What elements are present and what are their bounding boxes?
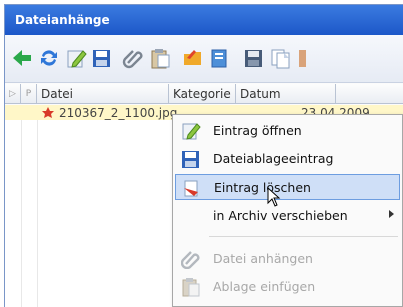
context-menu: Eintrag öffnen Dateiablageeintrag Eintra… (172, 114, 403, 307)
file-type-icon (42, 107, 54, 118)
menu-item-delete-entry[interactable]: Eintrag löschen (175, 174, 400, 200)
save-disk-icon (182, 151, 199, 168)
grid-header: ▷ P Datei Kategorie Datum (5, 84, 403, 104)
menu-item-label: Dateiablageeintrag (213, 151, 334, 166)
edit-icon[interactable] (65, 47, 87, 69)
delete-icon (184, 180, 198, 197)
back-arrow-icon[interactable] (11, 47, 33, 69)
save-blue-icon[interactable] (91, 47, 113, 69)
folder-icon[interactable] (182, 47, 204, 69)
column-header-file[interactable]: Datei (37, 84, 169, 104)
menu-item-attach-file: Datei anhängen (175, 246, 400, 272)
menu-item-label: Eintrag öffnen (213, 123, 302, 138)
column-header-pin[interactable]: P (21, 84, 37, 104)
grid-divider (37, 120, 38, 307)
menu-item-open-entry[interactable]: Eintrag öffnen (175, 118, 400, 144)
refresh-icon[interactable] (38, 47, 60, 69)
edit-pencil-icon (182, 123, 201, 140)
column-header-indicator[interactable]: ▷ (5, 84, 21, 104)
file-name-cell: 210367_2_1100.jpg (59, 106, 178, 120)
mouse-cursor-icon (267, 187, 281, 207)
attach-icon[interactable] (122, 47, 144, 69)
menu-separator (209, 236, 398, 237)
menu-item-paste-storage: Ablage einfügen (175, 274, 400, 300)
menu-item-label: Datei anhängen (213, 251, 313, 266)
copy-icon[interactable] (269, 47, 291, 69)
export-icon[interactable] (209, 47, 231, 69)
column-header-category[interactable]: Kategorie (169, 84, 236, 104)
submenu-arrow-icon (389, 210, 394, 218)
window-title: Dateianhänge (5, 5, 403, 35)
toolbar-overflow-icon[interactable] (297, 47, 307, 69)
menu-item-move-to-archive[interactable]: in Archiv verschieben (175, 203, 400, 229)
grid-divider (21, 120, 22, 307)
menu-item-label: Ablage einfügen (213, 279, 316, 294)
toolbar (5, 35, 403, 83)
menu-item-file-storage-entry[interactable]: Dateiablageeintrag (175, 146, 400, 172)
menu-item-label: Eintrag löschen (214, 180, 311, 195)
disk-icon[interactable] (243, 47, 265, 69)
menu-item-label: in Archiv verschieben (213, 208, 348, 223)
clipboard-icon[interactable] (149, 47, 171, 69)
paperclip-icon (181, 251, 200, 269)
paste-icon (182, 278, 200, 297)
column-header-date[interactable]: Datum (236, 84, 336, 104)
